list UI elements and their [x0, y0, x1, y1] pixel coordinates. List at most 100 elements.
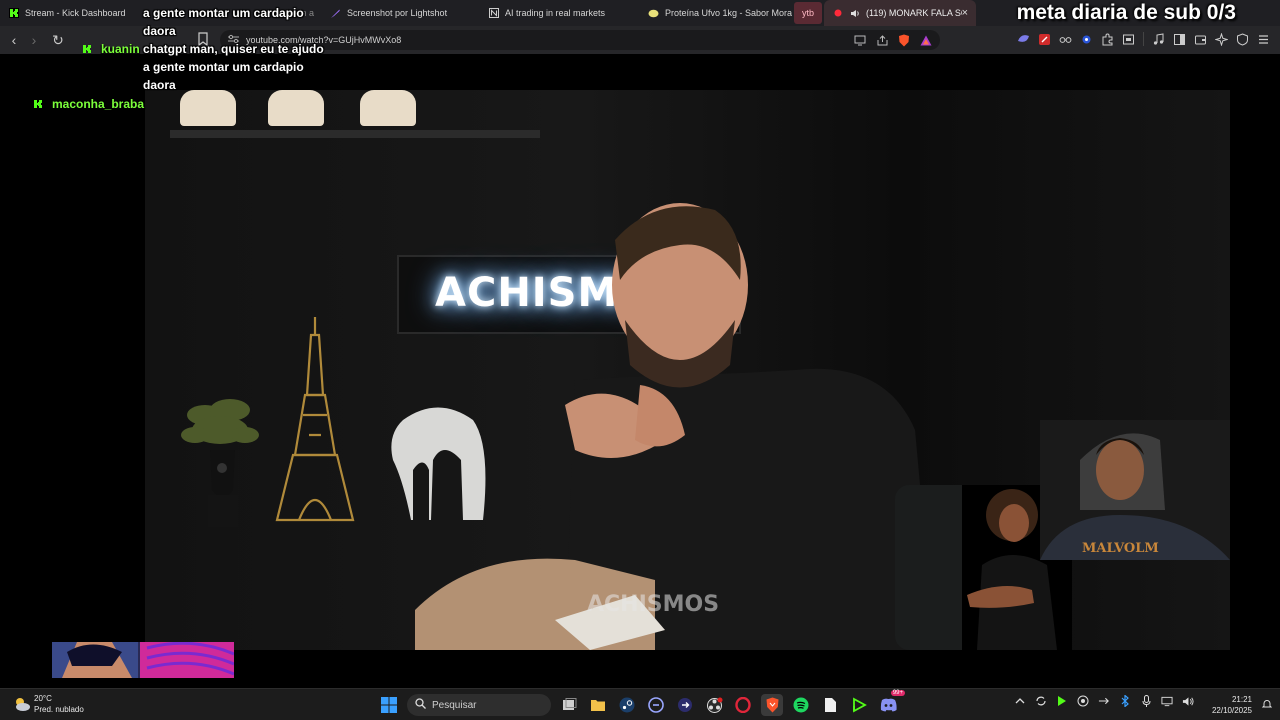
- tab-label: Proteína Ufvo 1kg - Sabor Morang: [665, 8, 792, 18]
- shelf: [170, 130, 540, 138]
- chat-message: chatgpt man, quiser eu te ajudo: [143, 42, 324, 56]
- wallet-icon[interactable]: [1194, 33, 1207, 46]
- app-icon-circle[interactable]: [645, 694, 667, 716]
- bust-sculpture: [180, 90, 236, 126]
- speaker-icon[interactable]: [849, 8, 860, 19]
- svg-text:MALVOLM: MALVOLM: [1082, 541, 1159, 556]
- network-icon[interactable]: [1161, 695, 1173, 707]
- brave-browser-icon[interactable]: [761, 694, 783, 716]
- tab-label: (119) MONARK FALA SOBRE: [866, 8, 962, 18]
- taskbar-search[interactable]: Pesquisar: [407, 694, 551, 716]
- leo-ai-icon[interactable]: [1215, 32, 1228, 46]
- weather-widget[interactable]: 20°C Pred. nublado: [12, 693, 84, 715]
- forward-button[interactable]: ›: [24, 30, 44, 50]
- clock-date: 22/10/2025: [1211, 706, 1252, 715]
- extensions-area: [1017, 32, 1270, 46]
- feather-icon: [330, 8, 341, 19]
- menu-hamburger-icon[interactable]: [1257, 33, 1270, 46]
- tab-ai-trading[interactable]: AI trading in real markets: [480, 0, 640, 26]
- tab-group-ytb[interactable]: ytb: [794, 2, 822, 24]
- microphone-icon[interactable]: [1140, 695, 1152, 707]
- kick-icon: [8, 8, 19, 19]
- kick-badge-icon: [34, 100, 42, 108]
- sync-icon[interactable]: [1035, 695, 1047, 707]
- tab-group-label: ytb: [801, 8, 814, 18]
- spotify-icon[interactable]: [790, 694, 812, 716]
- arrow-tray-icon[interactable]: [1098, 695, 1110, 707]
- cloudy-weather-icon: [16, 698, 30, 711]
- extension-leo-icon[interactable]: [1017, 33, 1030, 46]
- n-icon: [488, 8, 499, 19]
- kick-app-icon[interactable]: [848, 694, 870, 716]
- taskbar-apps: Pesquisar 99+: [378, 690, 905, 717]
- app-tray-circle-icon[interactable]: [1077, 695, 1089, 707]
- kick-badge-icon: [83, 45, 91, 53]
- cast-icon[interactable]: [854, 34, 866, 46]
- windows-start-icon[interactable]: [378, 694, 400, 716]
- tab-proteina[interactable]: Proteína Ufvo 1kg - Sabor Morang: [640, 0, 792, 26]
- bust-sculpture: [360, 90, 416, 126]
- bust-sculpture: [268, 90, 324, 126]
- extension-dot-icon[interactable]: [1080, 33, 1093, 46]
- music-note-icon[interactable]: [1152, 32, 1165, 46]
- steam-icon[interactable]: [616, 694, 638, 716]
- video-watermark: ACHISMOS: [587, 592, 720, 617]
- clock-time: 21:21: [1231, 695, 1252, 704]
- eiffel-tower-decoration: [275, 317, 355, 522]
- sidebar-icon[interactable]: [1173, 33, 1186, 46]
- close-tab-icon[interactable]: ×: [962, 7, 968, 19]
- system-clock[interactable]: 21:21 22/10/2025: [1212, 694, 1252, 716]
- streamer-webcam: MALVOLM: [1040, 420, 1230, 560]
- chat-message: a gente montar um cardapio: [143, 6, 304, 20]
- volume-icon[interactable]: [1182, 695, 1194, 707]
- chevron-up-icon[interactable]: [1014, 695, 1026, 707]
- share-icon[interactable]: [876, 34, 888, 46]
- discord-badge: 99+: [890, 690, 905, 696]
- screenshot-icon[interactable]: [1122, 33, 1135, 46]
- windows-taskbar: 20°C Pred. nublado Pesquisar 99+ 21:21 2…: [0, 688, 1280, 720]
- bluetooth-icon[interactable]: [1119, 695, 1131, 707]
- task-view-icon[interactable]: [558, 694, 580, 716]
- opera-icon[interactable]: [732, 694, 754, 716]
- search-icon: [415, 698, 426, 712]
- vpn-shield-icon[interactable]: [1236, 32, 1249, 46]
- tab-kick-dashboard[interactable]: Stream - Kick Dashboard: [0, 0, 150, 26]
- plant-decoration: [181, 399, 259, 527]
- weather-temp: 20°C: [34, 694, 52, 703]
- sub-goal-overlay: meta diaria de sub 0/3: [1016, 1, 1236, 24]
- system-tray: [1014, 695, 1194, 707]
- tab-label: Screenshot por Lightshot: [347, 8, 448, 18]
- file-explorer-icon[interactable]: [587, 694, 609, 716]
- tab-label: Stream - Kick Dashboard: [25, 8, 126, 18]
- tab-lightshot[interactable]: Screenshot por Lightshot: [322, 0, 480, 26]
- app-icon-arrow[interactable]: [674, 694, 696, 716]
- document-icon[interactable]: [819, 694, 841, 716]
- overlay-art-thumbnail: [52, 642, 234, 678]
- youtube-icon: [832, 8, 843, 19]
- search-placeholder: Pesquisar: [432, 699, 477, 711]
- screen: Stream - Kick Dashboard in a Screenshot …: [0, 0, 1280, 720]
- egg-icon: [648, 8, 659, 19]
- reload-button[interactable]: ↻: [48, 30, 68, 50]
- chat-username: kuanin: [101, 42, 140, 56]
- chat-message: daora: [143, 24, 176, 38]
- kick-tray-icon[interactable]: [1056, 695, 1068, 707]
- toolbar-divider: [1143, 32, 1144, 46]
- address-bar[interactable]: youtube.com/watch?v=GUjHvMWvXo8: [220, 30, 940, 50]
- obs-icon[interactable]: [703, 694, 725, 716]
- weather-desc: Pred. nublado: [34, 705, 84, 714]
- extensions-puzzle-icon[interactable]: [1101, 33, 1114, 46]
- brave-shield-icon[interactable]: [898, 34, 910, 46]
- chat-message: a gente montar um cardapio: [143, 60, 304, 74]
- tab-label: AI trading in real markets: [505, 8, 606, 18]
- extension-glasses-icon[interactable]: [1059, 33, 1072, 46]
- chat-message: daora: [143, 78, 176, 92]
- back-button[interactable]: ‹: [4, 30, 24, 50]
- discord-icon[interactable]: 99+: [877, 690, 905, 716]
- rewards-triangle-icon[interactable]: [920, 34, 932, 46]
- video-host-person: [415, 203, 935, 650]
- tab-monark-active[interactable]: (119) MONARK FALA SOBRE ×: [824, 0, 976, 26]
- notification-bell-icon[interactable]: [1262, 699, 1272, 709]
- chat-username: maconha_braba: [52, 97, 145, 111]
- extension-pen-icon[interactable]: [1038, 33, 1051, 46]
